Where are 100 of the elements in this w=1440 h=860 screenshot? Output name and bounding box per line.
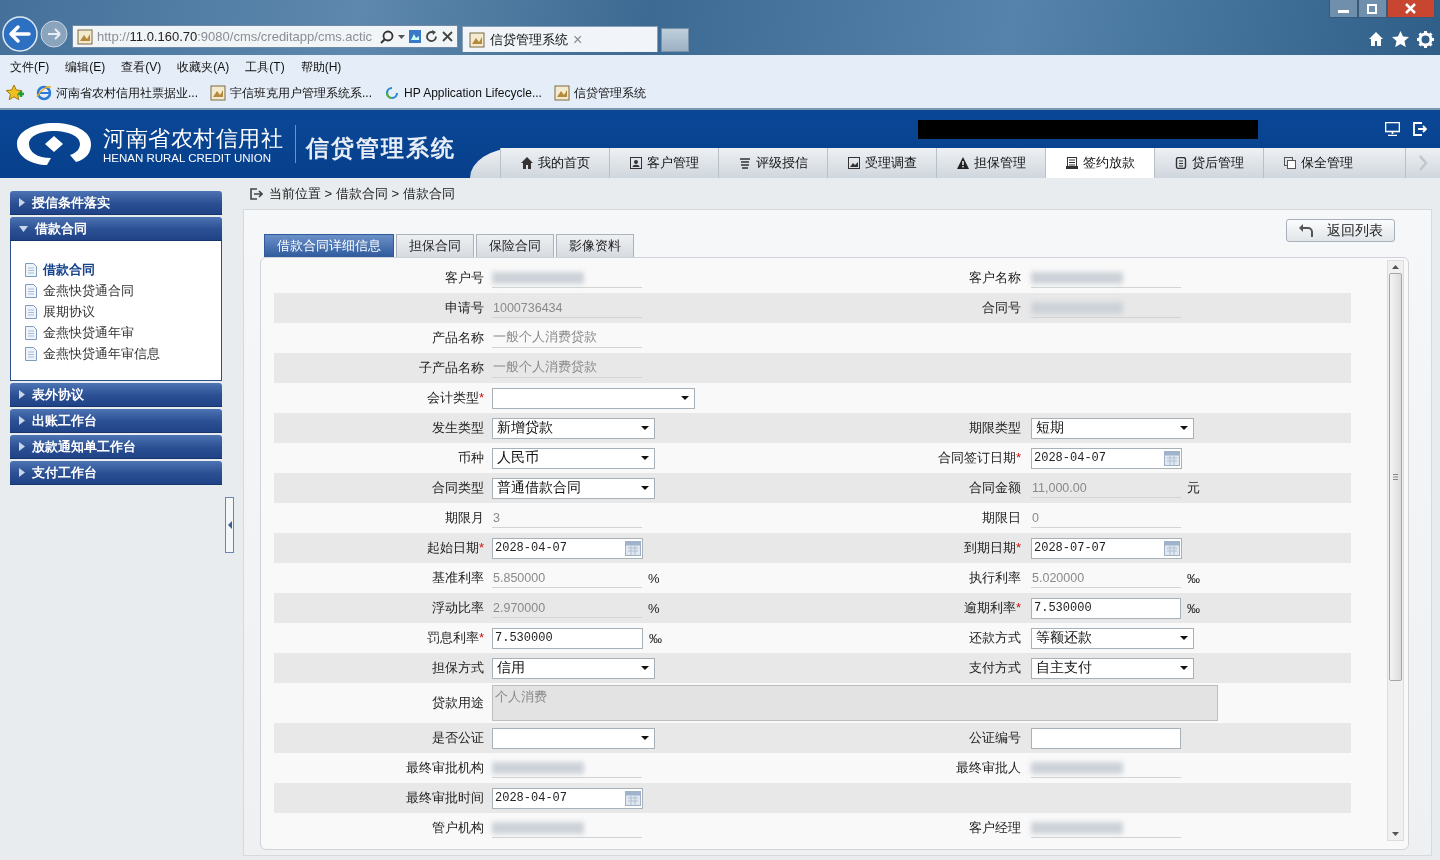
collapse-handle[interactable] (225, 497, 234, 553)
field-label: 客户经理 (968, 819, 1022, 837)
sidebar-section[interactable]: 借款合同 (10, 217, 222, 241)
tab[interactable]: 影像资料 (556, 234, 634, 257)
readonly-value: 2.970000 (492, 598, 642, 618)
document-icon (25, 346, 37, 361)
dropdown[interactable]: 等额还款 (1031, 627, 1194, 649)
caret-down-icon (19, 225, 28, 232)
favorites-star-icon[interactable] (6, 85, 24, 101)
dropdown[interactable]: 自主支付 (1031, 657, 1194, 679)
browser-tab[interactable]: 信贷管理系统 × (462, 26, 658, 52)
dropdown[interactable]: 人民币 (492, 447, 655, 469)
calendar-icon (1164, 450, 1180, 466)
document-icon (1174, 157, 1187, 169)
field-label: 合同类型 (431, 479, 484, 497)
caret-right-icon (19, 390, 25, 399)
menu-item[interactable]: 文件(F) (10, 59, 50, 76)
field-label: 客户号 (444, 269, 484, 287)
tab[interactable]: 保险合同 (476, 234, 554, 257)
field-label: 客户名称 (968, 269, 1022, 287)
url-text: http://11.0.160.70:9080/cms/creditapp/cms.actic (97, 29, 374, 44)
document-icon (1065, 157, 1078, 169)
page-icon (469, 31, 485, 48)
tab[interactable]: 借款合同详细信息 (264, 234, 394, 257)
input-field[interactable] (1031, 727, 1181, 749)
sidebar-section[interactable]: 表外协议 (10, 383, 222, 407)
sidebar-item[interactable]: 金燕快贷通合同 (25, 280, 221, 301)
up-arrow-icon[interactable] (1392, 265, 1399, 269)
calendar-icon (625, 540, 641, 556)
favorite-link[interactable]: 信贷管理系统 (553, 84, 646, 102)
favorite-link[interactable]: HP Application Lifecycle... (384, 85, 542, 101)
refresh-icon[interactable] (425, 30, 438, 43)
favorite-link[interactable]: 宇信班克用户管理系统系... (210, 84, 373, 102)
unit-label: % (648, 600, 660, 616)
calendar-icon (1164, 540, 1180, 556)
date-field[interactable]: 2028-04-07 (1031, 447, 1182, 469)
field-label: 还款方式 (968, 629, 1022, 647)
scroll-thumb[interactable] (1389, 273, 1402, 681)
return-to-list-button[interactable]: 返回列表 (1286, 219, 1395, 242)
caret-icon (641, 456, 649, 460)
star-icon[interactable] (1392, 31, 1409, 47)
unit-label: ‰ (1187, 570, 1200, 586)
nav-tab[interactable]: 签约放款 (1045, 148, 1154, 178)
image-icon (847, 157, 860, 169)
favorite-link[interactable]: 河南省农村信用社票据业... (36, 84, 198, 102)
dropdown[interactable]: 短期 (1031, 417, 1194, 439)
sidebar-item[interactable]: 金燕快贷通年审 (25, 322, 221, 343)
sidebar-section[interactable]: 支付工作台 (10, 461, 222, 485)
sidebar-item[interactable]: 借款合同 (25, 259, 221, 280)
down-arrow-icon[interactable] (1392, 832, 1399, 836)
home-icon (520, 157, 533, 169)
menu-item[interactable]: 帮助(H) (300, 59, 342, 76)
field-label: 贷款用途 (431, 694, 484, 712)
exit-icon[interactable] (1413, 122, 1428, 136)
unit-label: ‰ (1187, 600, 1200, 616)
input-field[interactable]: 7.530000 (492, 627, 643, 649)
back-button[interactable] (2, 16, 38, 52)
dropdown[interactable]: 新增贷款 (492, 417, 655, 439)
menu-item[interactable]: 工具(T) (245, 59, 285, 76)
field-label: 子产品名称 (418, 359, 484, 377)
restore-button[interactable] (1358, 0, 1387, 18)
menu-item[interactable]: 查看(V) (121, 59, 162, 76)
sidebar-section[interactable]: 放款通知单工作台 (10, 435, 222, 459)
readonly-value: 0 (1031, 508, 1181, 528)
menu-item[interactable]: 编辑(E) (65, 59, 106, 76)
document-icon (25, 325, 37, 340)
sidebar-item[interactable]: 金燕快贷通年审信息 (25, 343, 221, 364)
date-field[interactable]: 2028-04-07 (492, 537, 643, 559)
field-label: 管户机构 (431, 819, 484, 837)
address-bar[interactable]: http://11.0.160.70:9080/cms/creditapp/cms.actic (72, 25, 458, 48)
field-label: 发生类型 (431, 419, 484, 437)
unit-label: 元 (1187, 479, 1200, 497)
dropdown[interactable]: 信用 (492, 657, 655, 679)
dropdown[interactable]: 普通借款合同 (492, 477, 655, 499)
field-label: 产品名称 (431, 329, 484, 347)
close-button[interactable] (1387, 0, 1435, 18)
date-field[interactable]: 2028-07-07 (1031, 537, 1182, 559)
return-arrow-icon (1298, 224, 1313, 237)
monitor-icon[interactable] (1385, 122, 1400, 136)
tab[interactable]: 担保合同 (396, 234, 474, 257)
search-icon[interactable] (380, 29, 394, 44)
page-icon (77, 28, 93, 45)
sidebar-section[interactable]: 出账工作台 (10, 409, 222, 433)
input-field[interactable]: 7.530000 (1031, 597, 1181, 619)
close-icon[interactable] (442, 31, 453, 42)
compatibility-icon[interactable] (409, 30, 421, 43)
home-icon[interactable] (1368, 31, 1384, 47)
page-icon (553, 85, 570, 101)
settings-icon[interactable] (1417, 31, 1434, 48)
minimize-button[interactable] (1329, 0, 1358, 18)
menu-item[interactable]: 收藏夹(A) (177, 59, 230, 76)
id-card-icon (629, 157, 642, 169)
logo-icon (15, 121, 93, 167)
sidebar-item[interactable]: 展期协议 (25, 301, 221, 322)
refresh-icon (384, 85, 401, 101)
forward-button[interactable] (40, 20, 68, 48)
caret-icon[interactable] (398, 34, 405, 39)
scrollbar[interactable] (1387, 260, 1404, 841)
sidebar-section[interactable]: 授信条件落实 (10, 191, 222, 215)
date-field[interactable]: 2028-04-07 (492, 787, 643, 809)
